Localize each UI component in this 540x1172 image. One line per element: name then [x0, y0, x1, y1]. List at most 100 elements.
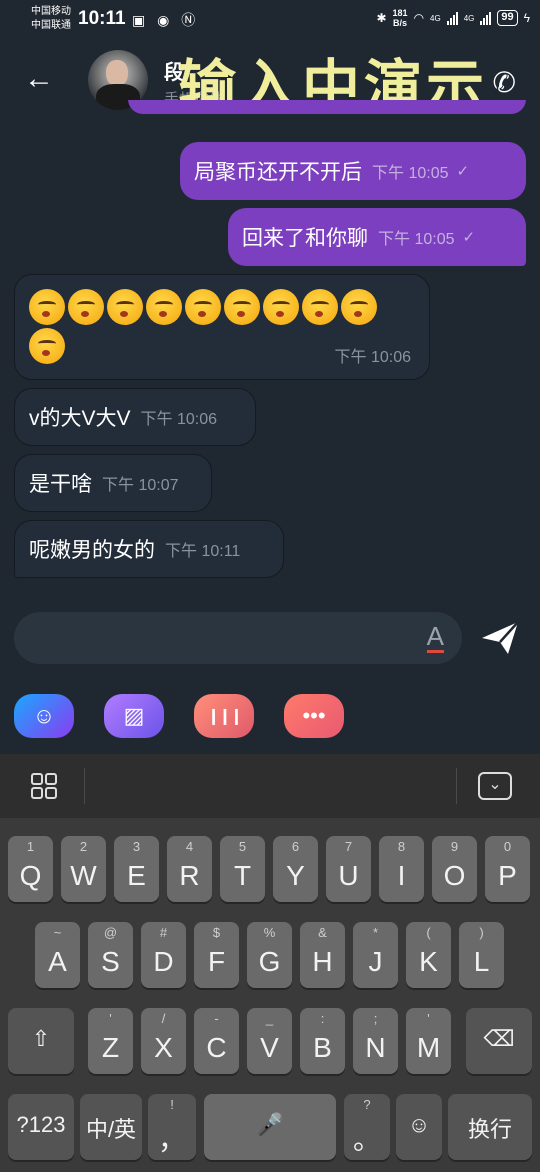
key-secondary-label: 3 [132, 839, 141, 854]
key-f[interactable]: $ F [194, 922, 239, 988]
message-bubble-incoming[interactable]: 呢嫩男的女的 下午 10:11 [14, 520, 284, 578]
language-switch-key[interactable]: 中/英 [80, 1094, 142, 1160]
key-secondary-label: 4 [185, 839, 194, 854]
smiling-face-with-hearts-icon [341, 289, 377, 325]
keyboard-toolbar: ⌄ [0, 754, 540, 818]
key-j[interactable]: * J [353, 922, 398, 988]
composer: A ☺ ▨ ❙❙❙ ••• [0, 596, 540, 754]
text-format-icon[interactable]: A [426, 622, 444, 653]
key-label: 换行 [467, 1117, 512, 1142]
key-label: G [258, 946, 281, 977]
shift-key[interactable]: ⇧ [8, 1008, 74, 1074]
key-u[interactable]: 7U [326, 836, 371, 902]
emoji-key[interactable]: ☺ [396, 1094, 442, 1160]
message-time: 下午 10:06 [140, 411, 218, 428]
key-t[interactable]: 5T [220, 836, 265, 902]
key-label: K [419, 946, 438, 977]
more-options-button[interactable]: ••• [284, 694, 344, 738]
message-time: 下午 10:11 [165, 543, 241, 560]
key-label: H [312, 946, 333, 977]
key-label: 。 [352, 1124, 381, 1155]
message-bubble-outgoing[interactable]: 回来了和你聊 下午 10:05 ✓ [228, 208, 526, 266]
key-secondary-label: - [214, 1011, 219, 1026]
key-l[interactable]: ) L [459, 922, 504, 988]
key-o[interactable]: 9O [432, 836, 477, 902]
key-label: ?123 [16, 1112, 66, 1137]
key-label: A [48, 946, 67, 977]
key-g[interactable]: % G [247, 922, 292, 988]
key-h[interactable]: & H [300, 922, 345, 988]
smiley-icon: ☺ [32, 703, 56, 728]
comma-key[interactable]: !， [148, 1094, 196, 1160]
image-icon: ▨ [123, 703, 145, 728]
carrier-2: 中国联通 [31, 20, 71, 31]
signal-icon-1 [446, 11, 458, 25]
key-label: 中/英 [85, 1117, 137, 1142]
key-s[interactable]: @ S [88, 922, 133, 988]
backspace-key[interactable]: ⌫ [466, 1008, 532, 1074]
keyboard: ⌄ 1 Q 2 W 3 E 4 R 5 T 6 Y 7 U 8 I 9 O 0 P ~ A @ S # D $ F% G & H * J(K) L… [0, 754, 540, 1172]
hide-keyboard-chevron-down-icon[interactable]: ⌄ [478, 772, 512, 800]
key-secondary-label: 6 [291, 839, 300, 854]
phone-icon[interactable]: ✆ [493, 66, 516, 99]
key-label: C [206, 1032, 227, 1063]
period-key[interactable]: ?。 [344, 1094, 390, 1160]
net-speed-unit: B/s [393, 18, 408, 28]
net-type-1: 4G [430, 13, 441, 23]
key-i[interactable]: 8I [379, 836, 424, 902]
key-q[interactable]: 1Q [8, 836, 53, 902]
message-list[interactable]: 局聚币还开不开后 下午 10:05 ✓ 回来了和你聊 下午 10:05 ✓ 下午… [0, 100, 540, 596]
message-bubble-incoming-emoji[interactable]: 下午 10:06 [14, 274, 430, 380]
key-a[interactable]: ~ A [35, 922, 80, 988]
key-y[interactable]: 6Y [273, 836, 318, 902]
key-n[interactable]: ; N [353, 1008, 398, 1074]
key-label: T [233, 860, 252, 891]
key-label: ， [157, 1124, 186, 1155]
key-secondary-label: % [263, 925, 276, 940]
key-c[interactable]: -C [194, 1008, 239, 1074]
key-label: O [443, 860, 466, 891]
status-bar: 中国移动 中国联通 10:11 ▣ ◉ Ⓝ ✱ 181 B/s ◠ 4G 4G … [0, 0, 540, 40]
key-secondary-label: / [161, 1011, 166, 1026]
key-label: J [368, 946, 383, 977]
message-time: 下午 10:06 [334, 349, 412, 366]
key-d[interactable]: # D [141, 922, 186, 988]
message-bubble-incoming[interactable]: 是干啥 下午 10:07 [14, 454, 212, 512]
key-label: ⌫ [483, 1026, 515, 1051]
emoji-sticker-button[interactable]: ☺ [14, 694, 74, 738]
back-arrow-icon[interactable]: ← [24, 62, 54, 96]
numbers-symbols-key[interactable]: ?123 [8, 1094, 74, 1160]
key-b[interactable]: :B [300, 1008, 345, 1074]
send-icon[interactable] [478, 616, 522, 660]
smiling-face-with-hearts-icon [302, 289, 338, 325]
key-x[interactable]: / X [141, 1008, 186, 1074]
message-input[interactable] [14, 612, 462, 664]
key-w[interactable]: 2W [61, 836, 106, 902]
key-r[interactable]: 4R [167, 836, 212, 902]
read-check-icon: ✓ [462, 229, 476, 246]
enter-key[interactable]: 换行 [448, 1094, 532, 1160]
message-text: 回来了和你聊 [242, 227, 368, 250]
net-type-2: 4G [463, 13, 475, 23]
key-secondary-label: 0 [503, 839, 512, 854]
divider [84, 768, 85, 804]
voice-button[interactable]: ❙❙❙ [194, 694, 254, 738]
key-p[interactable]: 0P [485, 836, 530, 902]
key-label: 🎤 [256, 1112, 284, 1137]
keyboard-menu-grid-icon[interactable] [30, 772, 58, 800]
key-secondary-label: 7 [344, 839, 353, 854]
key-k[interactable]: (K [406, 922, 451, 988]
message-bubble-partial [128, 100, 526, 114]
message-input-wrapper[interactable]: A [14, 612, 462, 664]
key-v[interactable]: _ V [247, 1008, 292, 1074]
key-m[interactable]: ' M [406, 1008, 451, 1074]
message-bubble-incoming[interactable]: v的大V大V 下午 10:06 [14, 388, 256, 446]
key-z[interactable]: ' Z [88, 1008, 133, 1074]
key-label: Z [101, 1032, 120, 1063]
key-e[interactable]: 3E [114, 836, 159, 902]
message-time: 下午 10:05 [372, 165, 449, 182]
space-voice-key[interactable]: 🎤 [204, 1094, 336, 1160]
message-bubble-outgoing[interactable]: 局聚币还开不开后 下午 10:05 ✓ [180, 142, 526, 200]
key-label: F [207, 946, 226, 977]
gallery-button[interactable]: ▨ [104, 694, 164, 738]
